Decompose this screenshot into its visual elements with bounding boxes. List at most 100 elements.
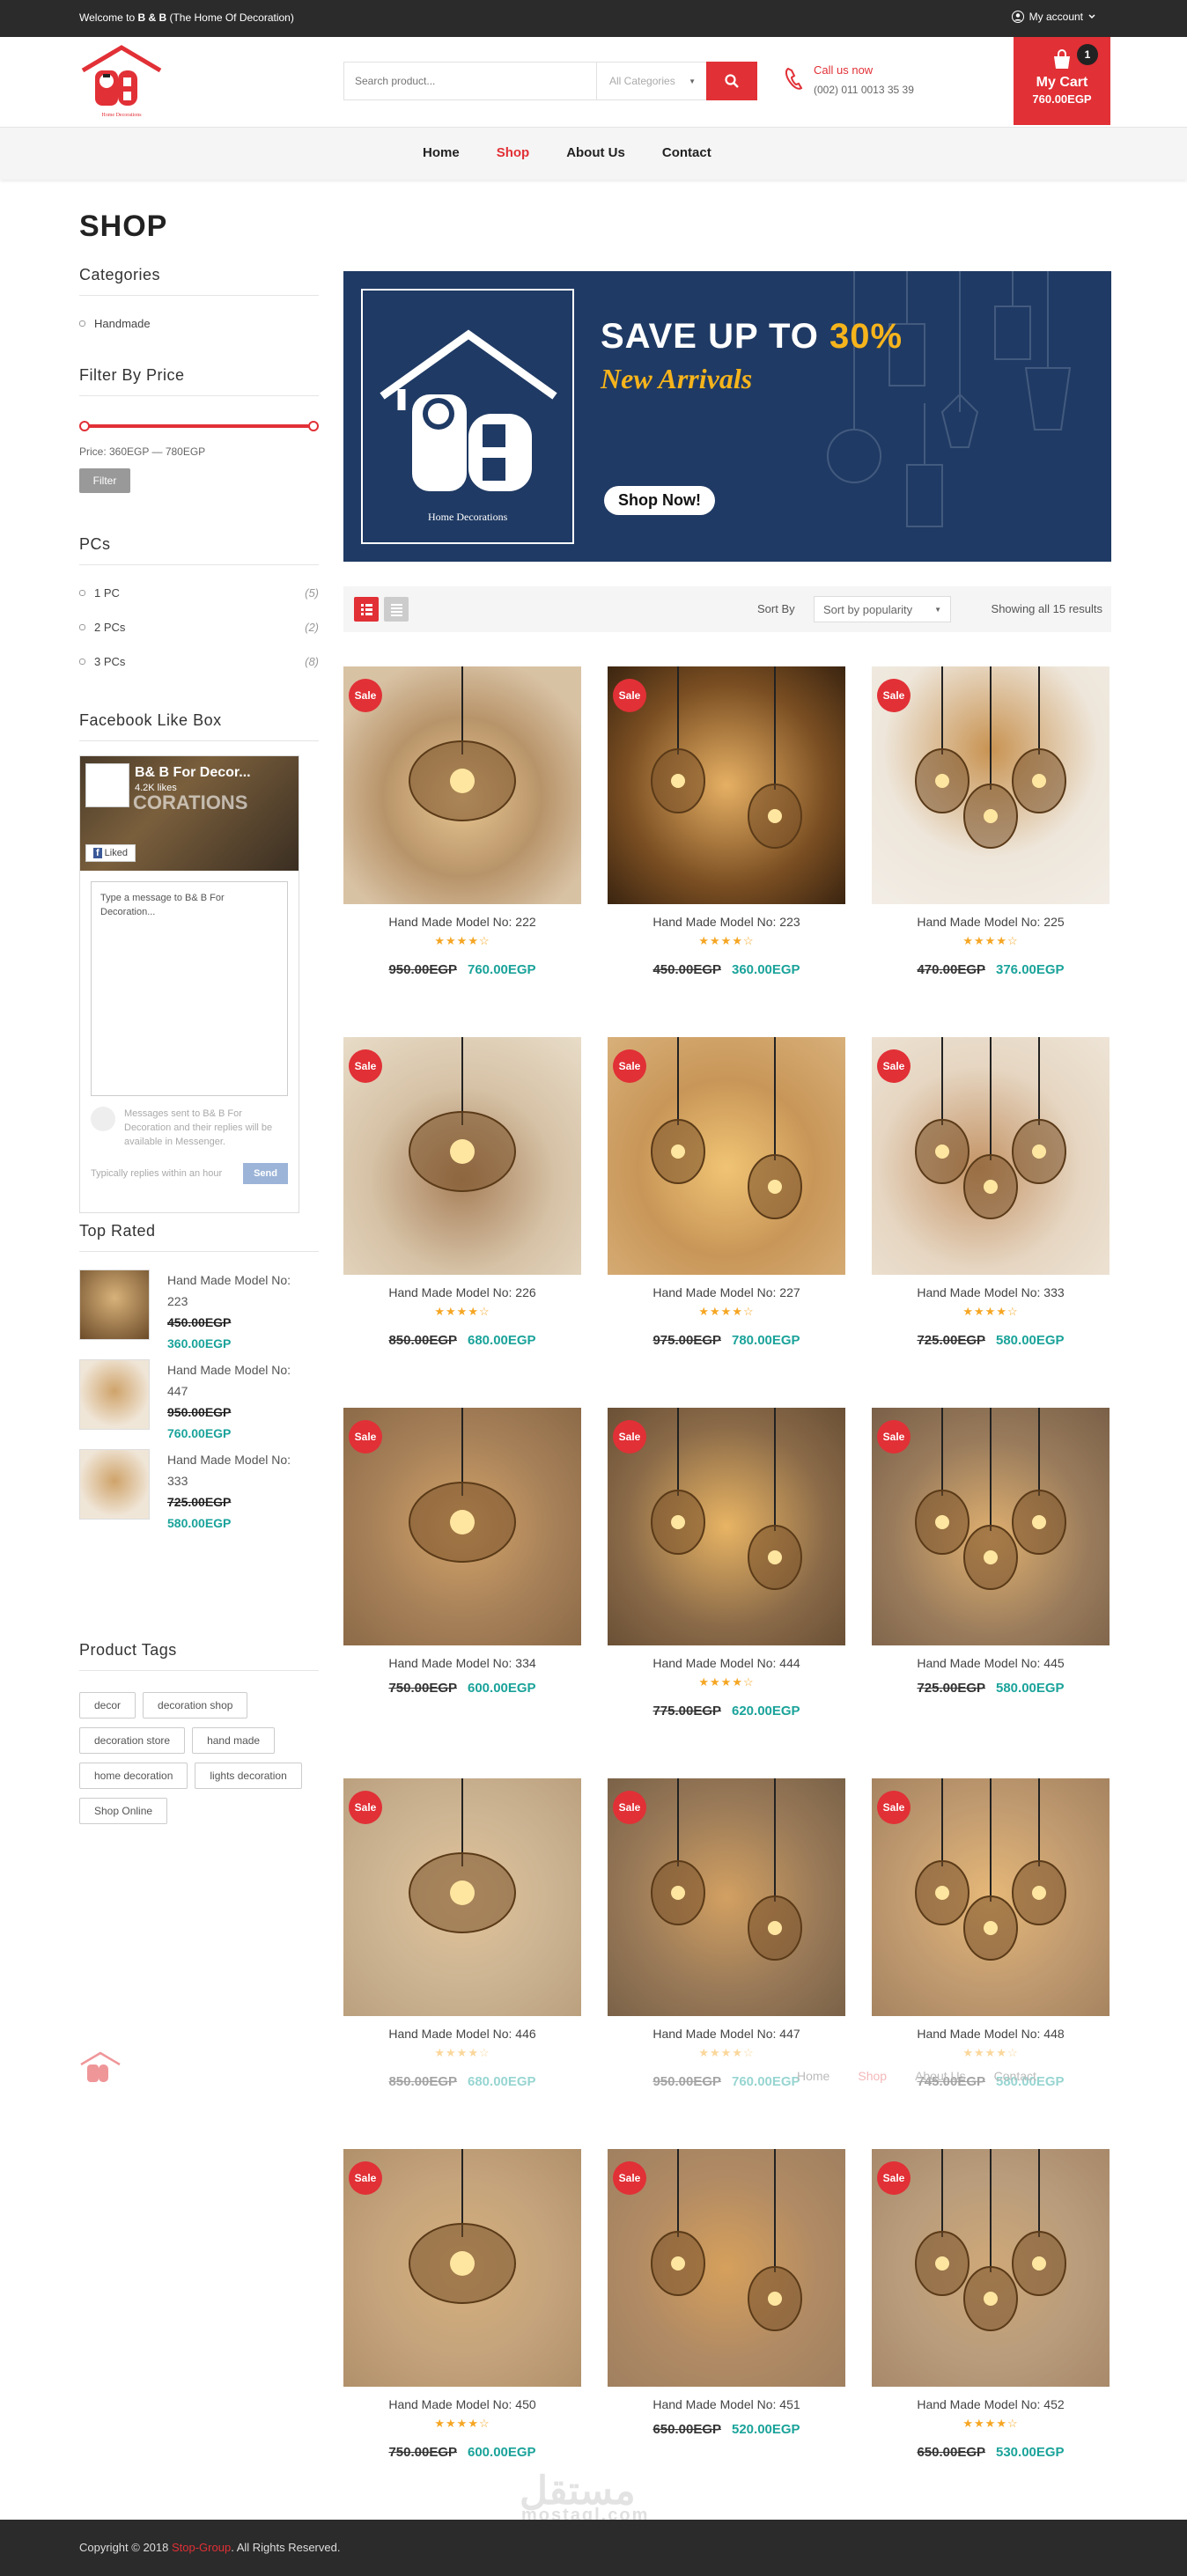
search-button[interactable] [706,62,757,100]
price-slider-min-handle[interactable] [79,421,90,431]
grid-view-button[interactable] [354,597,379,622]
old-price: 450.00EGP [652,962,721,977]
top-rated-name[interactable]: Hand Made Model No: 447 [167,1359,308,1402]
category-select[interactable]: All Categories ▼ [597,63,706,99]
product-prices: 950.00EGP 760.00EGP [608,2074,845,2089]
product-name[interactable]: Hand Made Model No: 334 [343,1656,581,1670]
product-name[interactable]: Hand Made Model No: 452 [872,2397,1110,2411]
sale-price: 580.00EGP [996,1333,1065,1348]
product-card[interactable]: Sale Hand Made Model No: 227 ★★★★☆ 975.00EG… [608,1037,845,1354]
tag-hand-made[interactable]: hand made [192,1727,276,1754]
search-input[interactable] [344,63,597,99]
sort-select[interactable]: Sort by popularity ▼ [814,596,951,622]
call-us: Call us now (002) 011 0013 35 39 [784,63,914,96]
facebook-page-logo[interactable] [85,763,129,807]
my-account-menu[interactable]: My account [1011,11,1095,23]
tag-shop-online[interactable]: Shop Online [79,1798,168,1824]
tag-home-decoration[interactable]: home decoration [79,1763,188,1789]
pcs-item-2[interactable]: 2 PCs (2) [79,621,319,634]
old-price: 450.00EGP [167,1315,232,1329]
facebook-cover: CORATIONS B& B For Decor... 4.2K likes f… [80,756,299,871]
product-name[interactable]: Hand Made Model No: 447 [608,2027,845,2041]
price-slider[interactable] [79,417,319,435]
tag-decor[interactable]: decor [79,1692,136,1719]
promo-banner[interactable]: Home Decorations SAVE UP TO 30% New Arri… [343,271,1111,562]
list-view-button[interactable] [384,597,409,622]
copyright-link[interactable]: Stop-Group [172,2541,231,2554]
top-rated-name[interactable]: Hand Made Model No: 333 [167,1449,308,1491]
cart-count-badge: 1 [1077,44,1098,65]
sale-price: 760.00EGP [468,962,536,977]
facebook-message-input[interactable]: Type a message to B& B For Decoration... [91,881,288,1096]
old-price: 725.00EGP [167,1495,232,1509]
product-card[interactable]: Sale Hand Made Model No: 225 ★★★★☆ 470.00EG… [872,666,1110,983]
logo-caption: Home Decorations [101,113,142,118]
product-card[interactable]: Sale Hand Made Model No: 447 ★★★★☆ 950.00EG… [608,1778,845,2095]
product-name[interactable]: Hand Made Model No: 333 [872,1285,1110,1299]
product-thumbnail[interactable] [79,1270,150,1340]
product-name[interactable]: Hand Made Model No: 444 [608,1656,845,1670]
product-card[interactable]: Sale Hand Made Model No: 222 ★★★★☆ 950.00EG… [343,666,581,983]
product-name[interactable]: Hand Made Model No: 227 [608,1285,845,1299]
product-card[interactable]: Sale Hand Made Model No: 334 750.00EGP 600.… [343,1408,581,1725]
rating-stars: ★★★★☆ [962,934,1019,947]
welcome-brand: B & B [137,11,167,24]
nav-shop[interactable]: Shop [497,145,530,160]
product-card[interactable]: Sale Hand Made Model No: 446 ★★★★☆ 850.00EG… [343,1778,581,2095]
product-name[interactable]: Hand Made Model No: 222 [343,915,581,929]
top-rated-name[interactable]: Hand Made Model No: 223 [167,1270,308,1312]
shop-now-button[interactable]: Shop Now! [604,486,715,515]
nav-home[interactable]: Home [423,145,460,160]
product-tags-widget: Product Tags decor decoration shop decor… [79,1641,319,1824]
pcs-item-3[interactable]: 3 PCs (8) [79,655,319,668]
product-name[interactable]: Hand Made Model No: 446 [343,2027,581,2041]
product-name[interactable]: Hand Made Model No: 451 [608,2397,845,2411]
sticky-logo[interactable] [79,2051,122,2090]
facebook-page-name[interactable]: B& B For Decor... [135,765,251,781]
call-number[interactable]: (002) 011 0013 35 39 [814,84,914,96]
rating-stars: ★★★★☆ [434,934,490,947]
product-name[interactable]: Hand Made Model No: 226 [343,1285,581,1299]
shopping-bag-icon [1054,49,1070,69]
product-name[interactable]: Hand Made Model No: 223 [608,915,845,929]
welcome-text: Welcome to B & B (The Home Of Decoration… [79,11,294,24]
sale-badge: Sale [613,2161,646,2195]
top-rated-item[interactable]: Hand Made Model No: 447 950.00EGP 760.00EG… [79,1359,319,1444]
product-name[interactable]: Hand Made Model No: 450 [343,2397,581,2411]
product-card[interactable]: Sale Hand Made Model No: 444 ★★★★☆ 775.00EG… [608,1408,845,1725]
tag-decoration-store[interactable]: decoration store [79,1727,186,1754]
product-prices: 850.00EGP 680.00EGP [343,2074,581,2089]
site-logo[interactable]: Home Decorations [79,44,164,121]
category-item-handmade[interactable]: Handmade [79,317,319,330]
product-card[interactable]: Sale Hand Made Model No: 445 725.00EGP 580.… [872,1408,1110,1725]
facebook-liked-button[interactable]: f Liked [85,844,136,862]
nav-about-us[interactable]: About Us [566,145,625,160]
product-thumbnail[interactable] [79,1359,150,1430]
nav-contact[interactable]: Contact [662,145,711,160]
product-card[interactable]: Sale Hand Made Model No: 451 650.00EGP 520.… [608,2149,845,2466]
product-name[interactable]: Hand Made Model No: 445 [872,1656,1110,1670]
price-slider-max-handle[interactable] [308,421,319,431]
product-card[interactable]: Sale Hand Made Model No: 450 ★★★★☆ 750.00EG… [343,2149,581,2466]
filter-button[interactable]: Filter [79,468,130,493]
banner-subline: New Arrivals [601,363,753,394]
product-name[interactable]: Hand Made Model No: 448 [872,2027,1110,2041]
cart-button[interactable]: 1 My Cart 760.00EGP [1014,37,1110,125]
pcs-item-1[interactable]: 1 PC (5) [79,586,319,600]
send-button[interactable]: Send [243,1163,288,1184]
product-card[interactable]: Sale Hand Made Model No: 226 ★★★★☆ 850.00EG… [343,1037,581,1354]
product-card[interactable]: Sale Hand Made Model No: 333 ★★★★☆ 725.00EG… [872,1037,1110,1354]
top-rated-item[interactable]: Hand Made Model No: 223 450.00EGP 360.00EG… [79,1270,319,1354]
tag-lights-decoration[interactable]: lights decoration [195,1763,302,1789]
pcs-title: PCs [79,535,319,565]
product-thumbnail[interactable] [79,1449,150,1520]
sale-price: 580.00EGP [996,1681,1065,1696]
rating-stars: ★★★★☆ [962,2417,1019,2430]
product-card[interactable]: Sale Hand Made Model No: 452 ★★★★☆ 650.00EG… [872,2149,1110,2466]
tag-decoration-shop[interactable]: decoration shop [143,1692,248,1719]
sale-price: 680.00EGP [468,1333,536,1348]
product-card[interactable]: Sale Hand Made Model No: 448 ★★★★☆ 745.00EG… [872,1778,1110,2095]
product-name[interactable]: Hand Made Model No: 225 [872,915,1110,929]
top-rated-item[interactable]: Hand Made Model No: 333 725.00EGP 580.00EG… [79,1449,319,1534]
product-card[interactable]: Sale Hand Made Model No: 223 ★★★★☆ 450.00EG… [608,666,845,983]
